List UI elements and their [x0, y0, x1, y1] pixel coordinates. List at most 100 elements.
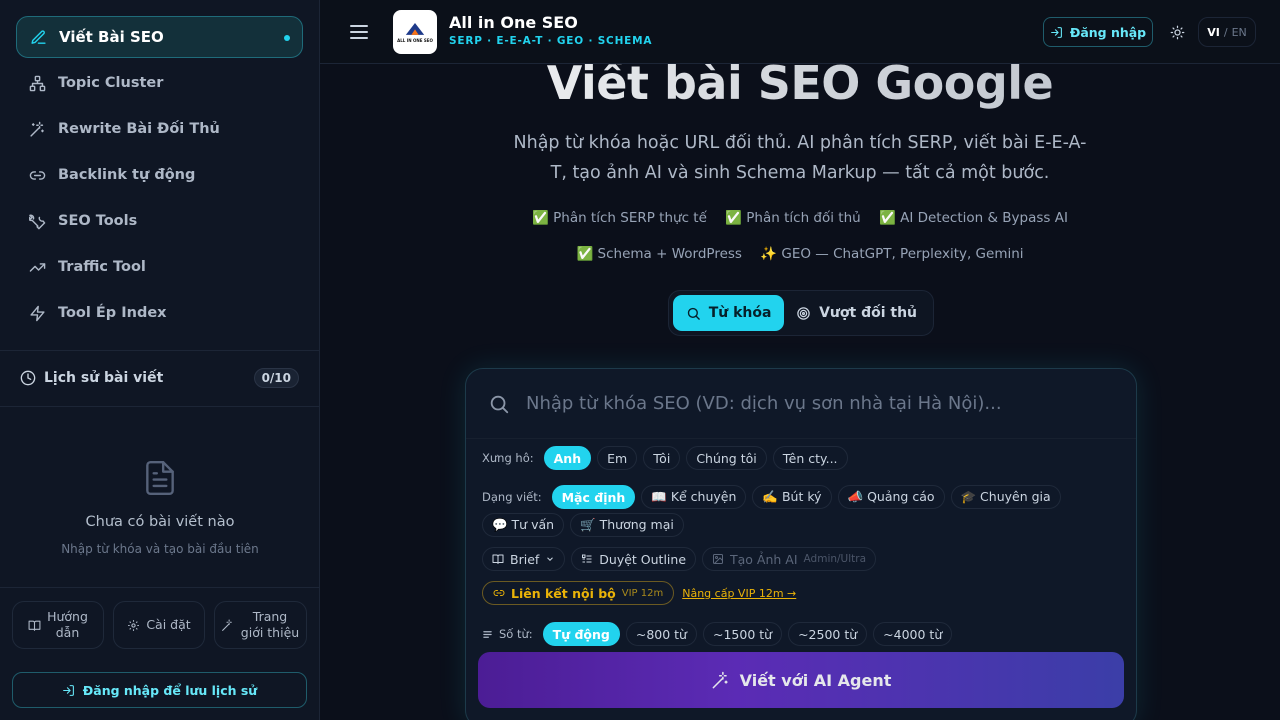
sidebar-divider — [0, 406, 320, 407]
nav-label: Topic Cluster — [58, 75, 164, 91]
word-count-row: Số từ: Tự động ~800 từ ~1500 từ ~2500 từ… — [482, 622, 953, 646]
settings-label: Cài đặt — [146, 617, 191, 632]
feature-item: ✅ Phân tích đối thủ — [725, 210, 861, 226]
nav-label: Backlink tự động — [58, 167, 196, 183]
nav-label: Rewrite Bài Đối Thủ — [58, 121, 220, 137]
history-title: Lịch sử bài viết — [44, 370, 164, 386]
guide-button[interactable]: Hướng dẫn — [12, 601, 104, 649]
style-chip[interactable]: Mặc định — [551, 485, 636, 509]
pronoun-chip[interactable]: Tôi — [643, 446, 681, 470]
style-chip[interactable]: 📖 Kể chuyện — [641, 485, 747, 509]
guide-label: Hướng dẫn — [47, 609, 88, 640]
nav-item-viet-bai-seo[interactable]: Viết Bài SEO — [16, 16, 303, 58]
menu-toggle-button[interactable] — [348, 22, 370, 42]
search-row — [466, 369, 1136, 439]
sun-icon — [1170, 25, 1184, 39]
history-header: Lịch sử bài viết 0/10 — [20, 366, 299, 390]
feature-item: ✅ Phân tích SERP thực tế — [532, 210, 707, 226]
hamburger-icon — [350, 25, 368, 39]
nav-label: SEO Tools — [58, 213, 138, 229]
brand-name: All in One SEO — [449, 13, 578, 32]
active-dot — [284, 35, 290, 41]
lang-en[interactable]: EN — [1232, 26, 1247, 39]
login-label: Đăng nhập — [1069, 24, 1147, 40]
upgrade-vip-link[interactable]: Nâng cấp VIP 12m → — [682, 587, 796, 600]
style-chip[interactable]: 📣 Quảng cáo — [837, 485, 945, 509]
nav-label: Viết Bài SEO — [59, 28, 164, 46]
feature-item: ✨ GEO — ChatGPT, Perplexity, Gemini — [760, 246, 1024, 262]
word-count-chip[interactable]: ~1500 từ — [702, 622, 783, 646]
nav-item-topic-cluster[interactable]: Topic Cluster — [16, 62, 303, 104]
nav-item-seo-tools[interactable]: SEO Tools — [16, 200, 303, 242]
word-count-chip[interactable]: Tự động — [542, 622, 620, 646]
sidebar-login-label: Đăng nhập để lưu lịch sử — [82, 682, 258, 698]
feature-item: ✅ AI Detection & Bypass AI — [879, 210, 1068, 226]
login-button[interactable]: Đăng nhập — [1043, 17, 1153, 47]
list-icon — [582, 554, 592, 563]
pronoun-chip[interactable]: Chúng tôi — [686, 446, 767, 470]
lang-separator: / — [1223, 25, 1228, 39]
language-switcher[interactable]: VI / EN — [1198, 17, 1256, 47]
theme-toggle-button[interactable] — [1165, 20, 1189, 44]
outline-toggle[interactable]: Duyệt Outline — [571, 547, 697, 571]
style-chip[interactable]: ✍️ Bút ký — [752, 485, 832, 509]
login-icon — [62, 684, 74, 696]
nav-item-backlink[interactable]: Backlink tự động — [16, 154, 303, 196]
feature-list: ✅ Phân tích SERP thực tế ✅ Phân tích đối… — [500, 200, 1100, 272]
empty-subtitle: Nhập từ khóa và tạo bài đầu tiên — [61, 542, 259, 556]
tools-row: Brief Duyệt Outline Tạo Ảnh AI Admin/Ult… — [482, 547, 877, 571]
style-chip[interactable]: 🛒 Thương mại — [570, 513, 684, 537]
internal-link-note: VIP 12m — [621, 587, 664, 599]
search-icon — [490, 395, 509, 413]
word-count-chip[interactable]: ~2500 từ — [788, 622, 868, 646]
brand-logo[interactable]: ALL IN ONE SEO — [393, 10, 437, 54]
document-icon — [146, 460, 174, 496]
feature-item: ✅ Schema + WordPress — [576, 246, 742, 262]
write-with-ai-button[interactable]: Viết với AI Agent — [478, 652, 1124, 708]
sidebar-divider — [0, 350, 320, 351]
style-chip[interactable]: 🎓 Chuyên gia — [950, 485, 1061, 509]
keyword-input[interactable] — [526, 393, 1106, 414]
sidebar-login-button[interactable]: Đăng nhập để lưu lịch sử — [12, 672, 307, 708]
tab-competitor-label: Vượt đối thủ — [819, 305, 918, 321]
sparkle-icon — [222, 619, 232, 631]
search-icon — [687, 307, 700, 320]
target-icon — [797, 306, 810, 320]
link-icon — [493, 590, 505, 596]
word-count-chip[interactable]: ~4000 từ — [873, 622, 953, 646]
nav-item-tool-ep-index[interactable]: Tool Ép Index — [16, 292, 303, 334]
brand-tagline: SERP · E-E-A-T · GEO · SCHEMA — [449, 35, 653, 47]
logo-text: ALL IN ONE SEO — [397, 38, 433, 43]
sitemap-icon — [29, 75, 46, 91]
pronoun-chip[interactable]: Tên cty... — [772, 446, 848, 470]
tab-competitor[interactable]: Vượt đối thủ — [784, 295, 929, 331]
lang-vi[interactable]: VI — [1207, 26, 1220, 39]
nav-item-traffic-tool[interactable]: Traffic Tool — [16, 246, 303, 288]
nav-item-rewrite[interactable]: Rewrite Bài Đối Thủ — [16, 108, 303, 150]
settings-button[interactable]: Cài đặt — [113, 601, 205, 649]
trending-up-icon — [29, 262, 46, 272]
internal-link-toggle[interactable]: Liên kết nội bộ VIP 12m — [482, 581, 675, 605]
top-bar: ALL IN ONE SEO All in One SEO SERP · E-E… — [320, 0, 1280, 64]
hero-subtitle: Nhập từ khóa hoặc URL đối thủ. AI phân t… — [513, 133, 1087, 183]
intro-button[interactable]: Trang giới thiệu — [214, 601, 307, 649]
style-label: Dạng viết: — [482, 490, 542, 504]
pronoun-chip[interactable]: Em — [597, 446, 638, 470]
ai-image-note: Admin/Ultra — [803, 553, 867, 565]
tab-keyword-label: Từ khóa — [708, 305, 772, 321]
magic-wand-icon — [712, 671, 728, 688]
list-lines-icon — [483, 630, 492, 638]
pronoun-label: Xưng hô: — [482, 451, 534, 465]
pronoun-chip[interactable]: Anh — [543, 446, 592, 470]
style-chip[interactable]: 💬 Tư vấn — [482, 513, 565, 537]
magic-wand-icon — [30, 121, 44, 137]
brief-dropdown[interactable]: Brief — [482, 547, 566, 571]
mode-tabs: Từ khóa Vượt đối thủ — [668, 290, 934, 336]
pronoun-row: Xưng hô: Anh Em Tôi Chúng tôi Tên cty... — [482, 446, 848, 470]
ai-image-toggle[interactable]: Tạo Ảnh AI Admin/Ultra — [702, 547, 877, 571]
hero-title: Viết bài SEO Google — [320, 64, 1280, 110]
style-row: Dạng viết: Mặc định 📖 Kể chuyện ✍️ Bút k… — [482, 485, 1122, 537]
history-count-badge: 0/10 — [253, 368, 299, 388]
word-count-chip[interactable]: ~800 từ — [625, 622, 697, 646]
tab-keyword[interactable]: Từ khóa — [673, 295, 785, 331]
